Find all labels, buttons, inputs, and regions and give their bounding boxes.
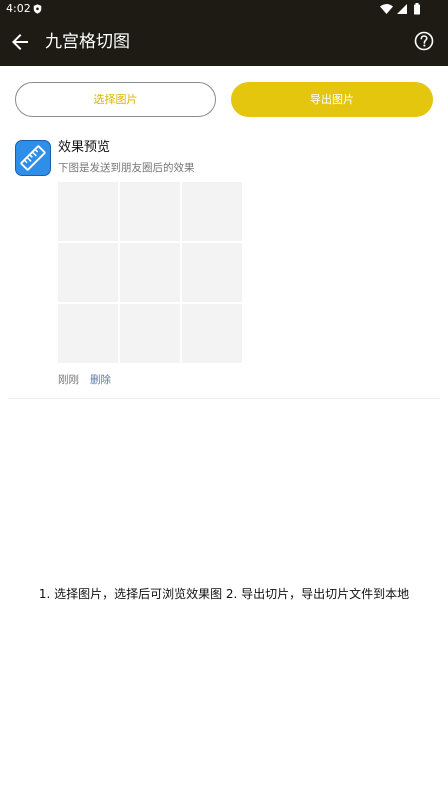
status-icons xyxy=(380,3,420,15)
help-icon[interactable] xyxy=(414,31,434,51)
grid-cell xyxy=(120,243,180,302)
back-arrow-icon[interactable] xyxy=(8,30,32,54)
battery-icon xyxy=(414,3,420,15)
grid-cell xyxy=(182,182,242,241)
wifi-icon xyxy=(380,4,393,14)
grid-cell xyxy=(120,182,180,241)
grid-cell xyxy=(182,243,242,302)
preview-subtitle: 下图是发送到朋友圈后的效果 xyxy=(58,162,195,174)
status-time: 4:02 xyxy=(6,2,31,15)
page-title: 九宫格切图 xyxy=(45,32,130,52)
nine-grid-preview xyxy=(58,182,242,365)
divider xyxy=(8,398,440,399)
app-bar: 九宫格切图 xyxy=(0,18,448,66)
preview-title: 效果预览 xyxy=(58,140,111,155)
grid-cell xyxy=(120,304,180,363)
grid-cell xyxy=(58,182,118,241)
shield-icon xyxy=(33,4,42,14)
ruler-icon xyxy=(15,140,51,176)
delete-link[interactable]: 删除 xyxy=(90,373,111,387)
grid-cell xyxy=(58,304,118,363)
signal-icon xyxy=(397,4,407,14)
export-image-button[interactable]: 导出图片 xyxy=(231,82,433,117)
status-bar: 4:02 xyxy=(0,0,448,18)
post-time: 刚刚 xyxy=(58,374,79,386)
grid-cell xyxy=(58,243,118,302)
select-image-button[interactable]: 选择图片 xyxy=(15,82,216,117)
instructions-text: 1. 选择图片，选择后可浏览效果图 2. 导出切片，导出切片文件到本地 xyxy=(38,587,410,601)
grid-cell xyxy=(182,304,242,363)
